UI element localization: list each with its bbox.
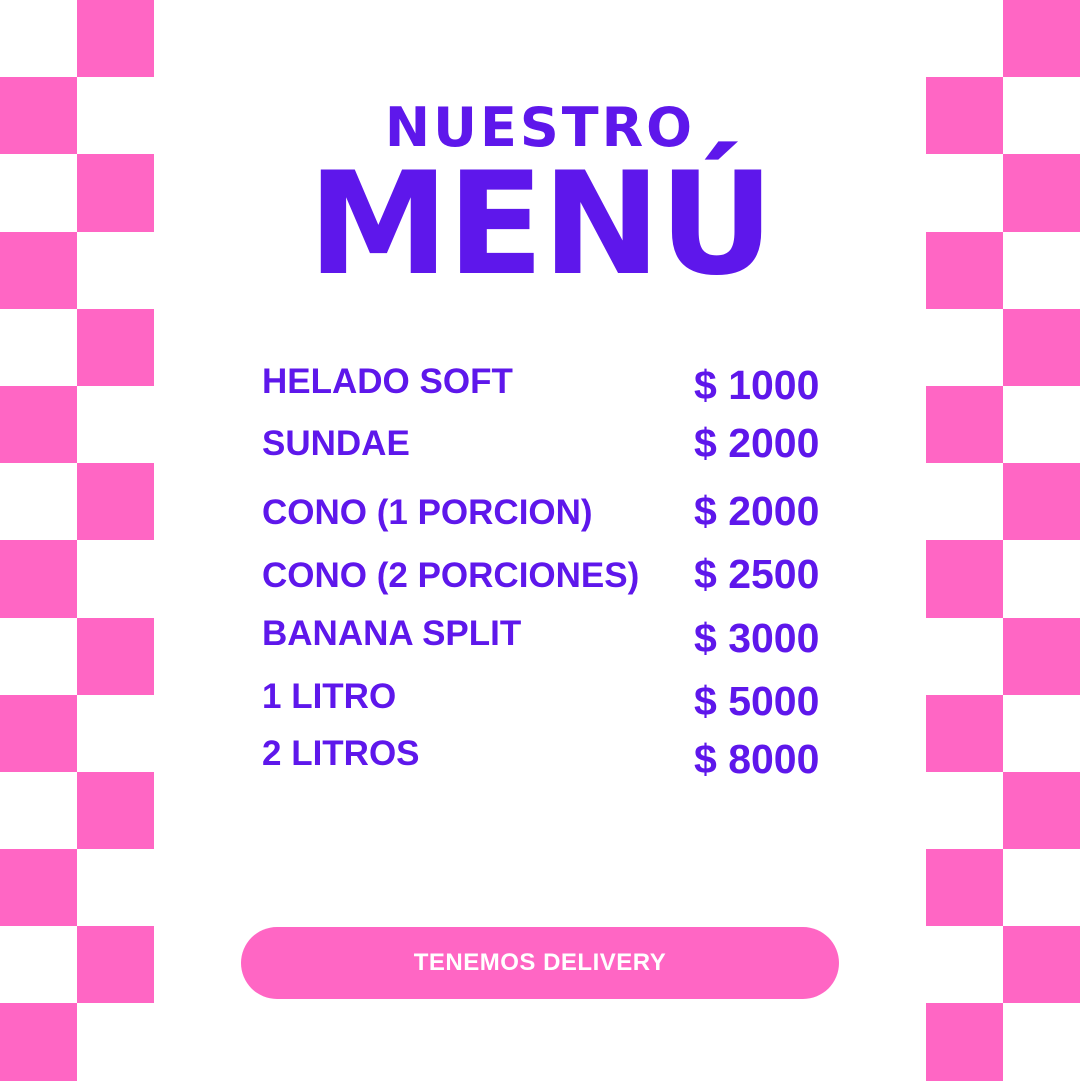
menu-item-name: 1 LITRO (262, 677, 397, 716)
menu-item-price: $ 2000 (694, 420, 820, 466)
menu-item-price: $ 2500 (694, 551, 820, 597)
menu-item-price: $ 3000 (694, 615, 820, 661)
menu-item-name: SUNDAE (262, 424, 410, 463)
menu-item-name: HELADO SOFT (262, 362, 513, 401)
menu-item-price: $ 8000 (694, 736, 820, 782)
delivery-label: TENEMOS DELIVERY (413, 949, 667, 976)
menu-item-price: $ 2000 (694, 488, 820, 534)
menu-item-name: CONO (2 PORCIONES) (262, 556, 640, 595)
menu-item-name: 2 LITROS (262, 734, 420, 773)
title-menu: MENÚ (307, 142, 774, 307)
menu-item-price: $ 5000 (694, 678, 820, 724)
menu-item-price: $ 1000 (694, 362, 820, 408)
delivery-banner: TENEMOS DELIVERY (241, 927, 839, 999)
menu-item-name: BANANA SPLIT (262, 614, 522, 653)
menu-item-name: CONO (1 PORCION) (262, 493, 593, 532)
